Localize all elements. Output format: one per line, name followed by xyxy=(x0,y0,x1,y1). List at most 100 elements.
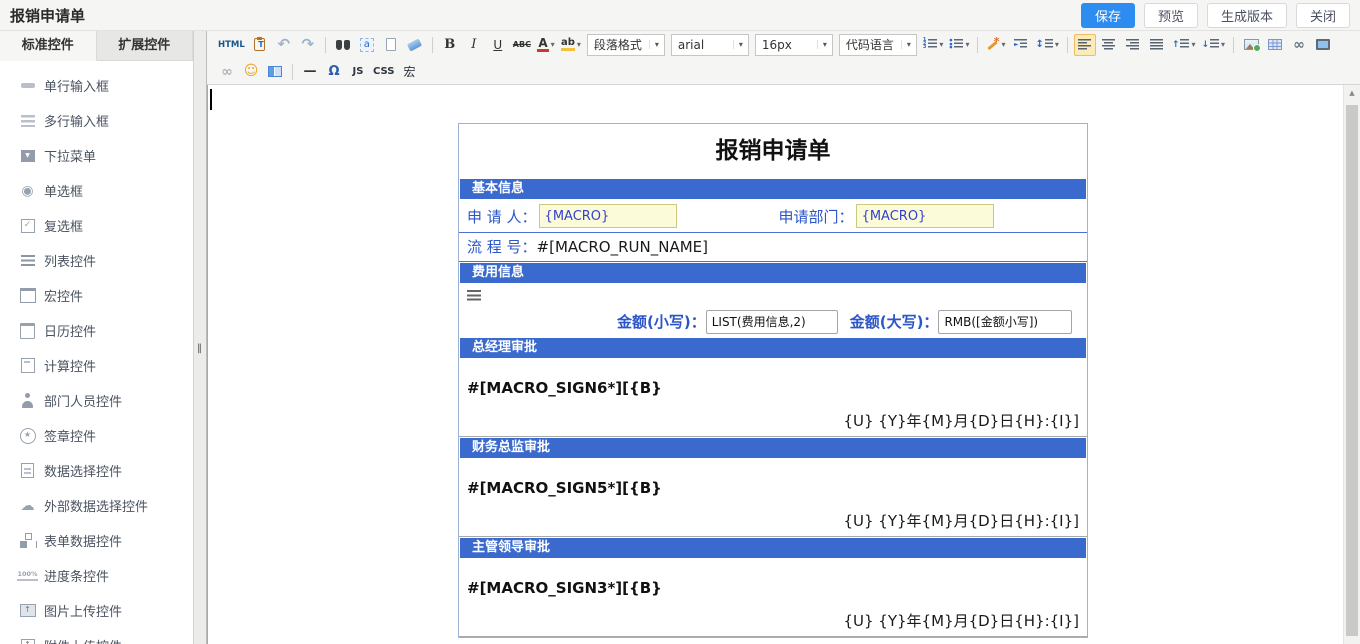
insert-css-icon: CSS xyxy=(373,66,394,77)
flow-number-value: #[MACRO_RUN_NAME] xyxy=(537,238,708,256)
undo-icon xyxy=(278,37,291,52)
horizontal-rule-button[interactable]: — xyxy=(299,61,321,83)
insert-css-button[interactable]: CSS xyxy=(371,61,396,83)
align-center-button[interactable] xyxy=(1098,34,1120,56)
insert-image-icon xyxy=(1244,39,1259,50)
amount-lower-label: 金额(小写)： xyxy=(617,311,706,332)
sidebar-item-progress-bar-control[interactable]: 进度条控件 xyxy=(0,558,193,593)
close-button[interactable]: 关闭 xyxy=(1296,3,1350,28)
sidebar-item-external-data-select-control[interactable]: 外部数据选择控件 xyxy=(0,488,193,523)
html-source-icon: HTML xyxy=(218,40,245,50)
page-layout-button[interactable] xyxy=(264,61,286,83)
generate-version-button[interactable]: 生成版本 xyxy=(1207,3,1287,28)
code-language-select[interactable]: 代码语言▾ xyxy=(839,34,917,56)
font-size-select[interactable]: 16px▾ xyxy=(755,34,833,56)
sidebar-item-attachment-upload-control[interactable]: 附件上传控件 xyxy=(0,628,193,644)
sidebar-item-label: 日历控件 xyxy=(44,321,96,340)
align-justify-button[interactable] xyxy=(1146,34,1168,56)
paragraph-spacing-bottom-button[interactable]: ▾ xyxy=(1199,34,1227,56)
save-button[interactable]: 保存 xyxy=(1081,3,1135,28)
sidebar-item-dropdown-menu[interactable]: 下拉菜单 xyxy=(0,138,193,173)
unordered-list-button[interactable]: ▾ xyxy=(947,34,971,56)
emoticon-button[interactable] xyxy=(240,61,262,83)
highlight-color-button[interactable]: ab▾ xyxy=(559,34,583,56)
applicant-field[interactable] xyxy=(539,204,677,228)
sidebar-item-calendar-control[interactable]: 日历控件 xyxy=(0,313,193,348)
macro-control-icon xyxy=(19,287,36,304)
sidebar-item-radio[interactable]: 单选框 xyxy=(0,173,193,208)
font-family-select[interactable]: arial▾ xyxy=(671,34,749,56)
insert-table-button[interactable] xyxy=(1264,34,1286,56)
bold-button[interactable]: B xyxy=(439,34,461,56)
tab-extended-controls[interactable]: 扩展控件 xyxy=(97,31,194,61)
find-replace-button[interactable] xyxy=(332,34,354,56)
sidebar-item-list-control[interactable]: 列表控件 xyxy=(0,243,193,278)
amount-lower-field[interactable] xyxy=(706,310,838,334)
italic-button[interactable]: I xyxy=(463,34,485,56)
highlight-color-icon: ab xyxy=(561,38,575,51)
amount-upper-field[interactable] xyxy=(938,310,1072,334)
sidebar-item-signature-control[interactable]: 签章控件 xyxy=(0,418,193,453)
scrollbar-thumb[interactable] xyxy=(1346,105,1358,636)
undo-button[interactable] xyxy=(273,34,295,56)
list-control-placeholder-icon[interactable] xyxy=(467,290,481,301)
paragraph-spacing-top-button[interactable]: ▾ xyxy=(1170,34,1198,56)
html-source-button[interactable]: HTML xyxy=(216,34,247,56)
sidebar-splitter[interactable] xyxy=(193,31,207,644)
font-color-button[interactable]: A▾ xyxy=(535,34,557,56)
calculator-icon xyxy=(19,357,36,374)
editor-canvas[interactable]: 报销申请单 基本信息 申 请 人： 申请部门： 流 程 号：#[MACRO_RU… xyxy=(207,85,1360,644)
sidebar-item-multi-line-input[interactable]: 多行输入框 xyxy=(0,103,193,138)
dept-field[interactable] xyxy=(856,204,994,228)
vertical-scrollbar[interactable] xyxy=(1343,85,1360,644)
auto-format-button[interactable]: ▾ xyxy=(984,34,1007,56)
form-designer-app: 报销申请单 保存预览生成版本关闭 标准控件 扩展控件 单行输入框多行输入框下拉菜… xyxy=(0,0,1360,644)
tab-standard-controls[interactable]: 标准控件 xyxy=(0,31,97,61)
remove-format-icon xyxy=(407,38,422,51)
form-table[interactable]: 报销申请单 基本信息 申 请 人： 申请部门： 流 程 号：#[MACRO_RU… xyxy=(458,123,1088,638)
splitter-handle-icon[interactable] xyxy=(197,343,202,354)
sign-block-gm: #[MACRO_SIGN6*][{B} {U} {Y}年{M}月{D}日{H}:… xyxy=(459,359,1087,437)
italic-icon: I xyxy=(471,37,476,52)
sidebar-item-single-line-input[interactable]: 单行输入框 xyxy=(0,68,193,103)
select-all-button[interactable]: a xyxy=(356,34,378,56)
sidebar-item-data-select-control[interactable]: 数据选择控件 xyxy=(0,453,193,488)
font-family-selected-value: arial xyxy=(678,38,727,52)
list-control-icon xyxy=(19,252,36,269)
sidebar-item-label: 表单数据控件 xyxy=(44,531,122,550)
insert-macro-button[interactable]: 宏 xyxy=(398,61,420,83)
line-height-button[interactable]: ▾ xyxy=(1033,34,1060,56)
sidebar-item-label: 附件上传控件 xyxy=(44,636,122,644)
align-right-button[interactable] xyxy=(1122,34,1144,56)
ordered-list-button[interactable]: ▾ xyxy=(921,34,946,56)
preview-button[interactable]: 预览 xyxy=(1144,3,1198,28)
strikethrough-button[interactable]: ABC xyxy=(511,34,533,56)
sidebar-item-form-data-control[interactable]: 表单数据控件 xyxy=(0,523,193,558)
sidebar-item-calc-control[interactable]: 计算控件 xyxy=(0,348,193,383)
insert-js-button[interactable]: JS xyxy=(347,61,369,83)
align-left-button[interactable] xyxy=(1074,34,1096,56)
redo-button[interactable] xyxy=(297,34,319,56)
paragraph-format-select[interactable]: 段落格式▾ xyxy=(587,34,665,56)
special-char-button[interactable]: Ω xyxy=(323,61,345,83)
insert-image-button[interactable] xyxy=(1240,34,1262,56)
new-document-button[interactable] xyxy=(380,34,402,56)
underline-button[interactable]: U xyxy=(487,34,509,56)
sidebar-item-image-upload-control[interactable]: 图片上传控件 xyxy=(0,593,193,628)
insert-link-button[interactable] xyxy=(1288,34,1310,56)
sidebar-item-dept-person-control[interactable]: 部门人员控件 xyxy=(0,383,193,418)
paste-button[interactable] xyxy=(249,34,271,56)
sidebar-item-macro-control[interactable]: 宏控件 xyxy=(0,278,193,313)
sidebar-item-checkbox[interactable]: 复选框 xyxy=(0,208,193,243)
align-left-icon xyxy=(1078,39,1091,50)
toolbar-separator xyxy=(432,37,433,53)
unordered-list-icon xyxy=(949,39,963,50)
toolbar-separator xyxy=(977,37,978,53)
indent-button[interactable] xyxy=(1009,34,1031,56)
unlink-button[interactable] xyxy=(216,61,238,83)
chevron-down-icon: ▾ xyxy=(1055,40,1059,49)
sidebar-item-label: 多行输入框 xyxy=(44,111,109,130)
scroll-up-arrow-icon[interactable] xyxy=(1344,85,1360,101)
fullscreen-button[interactable] xyxy=(1312,34,1334,56)
remove-format-button[interactable] xyxy=(404,34,426,56)
